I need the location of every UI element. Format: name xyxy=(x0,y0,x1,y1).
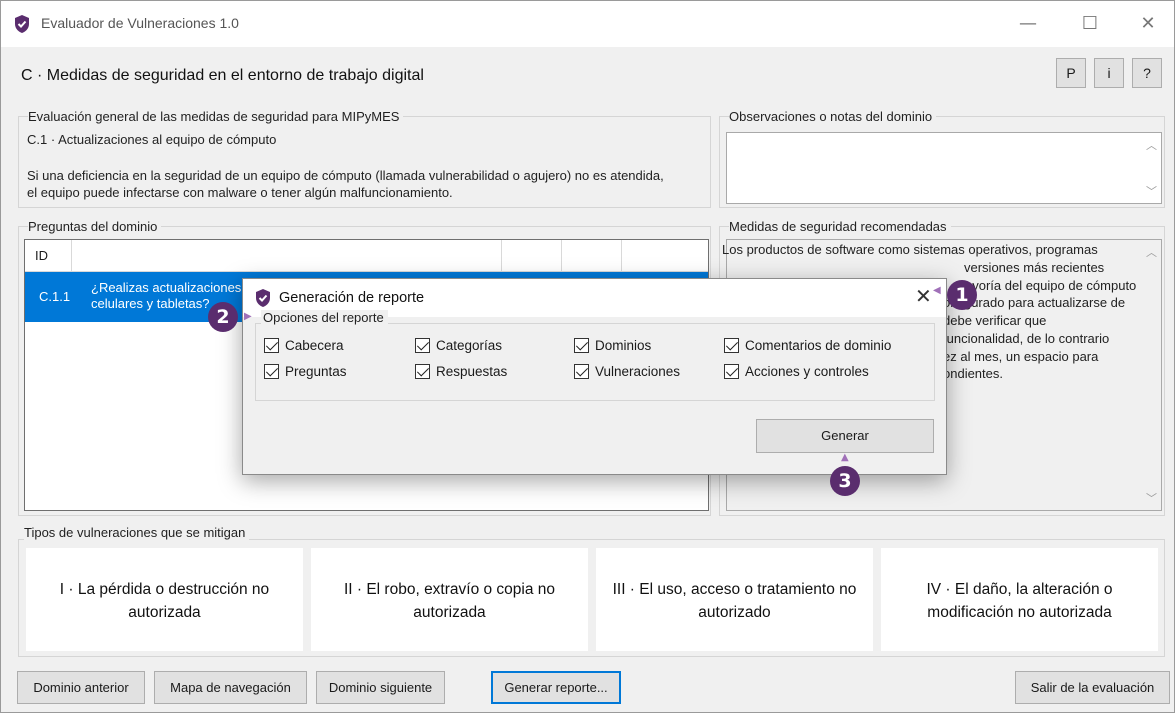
checkbox-label: Dominios xyxy=(595,338,652,353)
evaluation-desc-2: el equipo puede infectarse con malware o… xyxy=(27,185,453,200)
checkbox-label: Acciones y controles xyxy=(745,364,869,379)
marker-2: 2 xyxy=(208,302,238,332)
questions-label: Preguntas del dominio xyxy=(28,219,162,234)
column-header-id[interactable]: ID xyxy=(25,240,72,272)
checkbox-label: Vulneraciones xyxy=(595,364,681,379)
evaluation-desc-1: Si una deficiencia en la seguridad de un… xyxy=(27,168,664,183)
recommended-line-5: debe verificar que xyxy=(943,313,1047,328)
shield-icon xyxy=(256,289,270,307)
help-button[interactable]: ? xyxy=(1132,58,1162,88)
scroll-up-icon[interactable]: ︿ xyxy=(1146,244,1157,260)
maximize-button[interactable]: ☐ xyxy=(1067,9,1113,39)
vulnerability-line2: autorizada xyxy=(413,604,486,621)
column-header[interactable] xyxy=(622,240,708,272)
title-bar: Evaluador de Vulneraciones 1.0 — ☐ ✕ xyxy=(1,1,1174,47)
vulnerability-card: IV · El daño, la alteración o modificaci… xyxy=(881,548,1158,651)
checkbox-header[interactable]: Cabecera xyxy=(264,338,344,353)
checkbox-box[interactable] xyxy=(264,364,279,379)
checkbox-box[interactable] xyxy=(574,338,589,353)
vulnerability-line2: autorizada xyxy=(128,604,201,621)
checkbox-label: Respuestas xyxy=(436,364,508,379)
checkbox-box[interactable] xyxy=(264,338,279,353)
marker-pointer-icon: ◀ xyxy=(933,285,941,296)
vulnerability-line2: modificación no autorizada xyxy=(927,604,1112,621)
row-question-line1: ¿Realizas actualizaciones xyxy=(91,280,242,295)
evaluation-item: C.1 · Actualizaciones al equipo de cómpu… xyxy=(27,132,277,147)
marker-3: 3 xyxy=(830,466,860,496)
checkbox-categories[interactable]: Categorías xyxy=(415,338,502,353)
scroll-down-icon[interactable]: ﹀ xyxy=(1146,183,1157,199)
p-button[interactable]: P xyxy=(1056,58,1086,88)
recommended-line-7: ez al mes, un espacio para xyxy=(943,349,1099,364)
report-options-group xyxy=(255,323,935,401)
minimize-button[interactable]: — xyxy=(1005,9,1051,39)
marker-1: 1 xyxy=(947,280,977,310)
checkbox-label: Preguntas xyxy=(285,364,347,379)
checkbox-domain-comments[interactable]: Comentarios de dominio xyxy=(724,338,891,353)
info-button[interactable]: i xyxy=(1094,58,1124,88)
domain-title: C · Medidas de seguridad en el entorno d… xyxy=(21,67,424,84)
checkbox-domains[interactable]: Dominios xyxy=(574,338,651,353)
previous-domain-button[interactable]: Dominio anterior xyxy=(17,671,145,704)
scroll-down-icon[interactable]: ﹀ xyxy=(1146,490,1157,506)
main-window: Evaluador de Vulneraciones 1.0 — ☐ ✕ C ·… xyxy=(0,0,1175,713)
generate-report-button[interactable]: Generar reporte... xyxy=(491,671,621,704)
vulnerability-line1: IV · El daño, la alteración o xyxy=(926,581,1113,598)
navigation-map-button[interactable]: Mapa de navegación xyxy=(154,671,307,704)
checkbox-label: Categorías xyxy=(436,338,503,353)
exit-evaluation-button[interactable]: Salir de la evaluación xyxy=(1015,671,1170,704)
checkbox-actions-controls[interactable]: Acciones y controles xyxy=(724,364,869,379)
vulnerability-line1: II · El robo, extravío o copia no xyxy=(343,581,556,598)
checkbox-box[interactable] xyxy=(415,364,430,379)
column-header[interactable] xyxy=(562,240,622,272)
vulnerability-line2: autorizado xyxy=(698,604,771,621)
next-domain-button[interactable]: Dominio siguiente xyxy=(316,671,445,704)
report-dialog: Generación de reporte ✕ Opciones del rep… xyxy=(242,278,947,475)
evaluation-label: Evaluación general de las medidas de seg… xyxy=(28,109,404,124)
marker-pointer-icon: ▶ xyxy=(244,311,252,322)
row-question-line2: celulares y tabletas? xyxy=(91,296,210,311)
recommended-line-2: versiones más recientes xyxy=(964,260,1105,275)
dialog-close-button[interactable]: ✕ xyxy=(915,284,932,308)
vulnerability-card: II · El robo, extravío o copia no autori… xyxy=(311,548,588,651)
checkbox-label: Comentarios de dominio xyxy=(745,338,892,353)
recommended-line-6: funcionalidad, de lo contrario xyxy=(943,331,1110,346)
generate-button[interactable]: Generar xyxy=(756,419,934,453)
window-title: Evaluador de Vulneraciones 1.0 xyxy=(41,15,239,31)
checkbox-vulnerabilities[interactable]: Vulneraciones xyxy=(574,364,680,379)
checkbox-answers[interactable]: Respuestas xyxy=(415,364,507,379)
checkbox-questions[interactable]: Preguntas xyxy=(264,364,347,379)
dialog-title: Generación de reporte xyxy=(279,290,425,306)
column-header[interactable] xyxy=(502,240,562,272)
checkbox-box[interactable] xyxy=(574,364,589,379)
checkbox-box[interactable] xyxy=(724,364,739,379)
marker-pointer-icon: ▲ xyxy=(841,452,849,463)
shield-icon xyxy=(15,15,29,33)
checkbox-label: Cabecera xyxy=(285,338,344,353)
checkbox-box[interactable] xyxy=(415,338,430,353)
vulnerability-card: I · La pérdida o destrucción no autoriza… xyxy=(26,548,303,651)
recommended-line-3: ayoría del equipo de cómputo xyxy=(965,278,1137,293)
vulnerabilities-label: Tipos de vulneraciones que se mitigan xyxy=(24,525,250,540)
recommended-line-8: ondientes. xyxy=(943,366,1003,381)
scroll-up-icon[interactable]: ︿ xyxy=(1146,137,1157,153)
checkbox-box[interactable] xyxy=(724,338,739,353)
notes-textarea[interactable]: ︿ ﹀ xyxy=(726,132,1162,204)
row-id: C.1.1 xyxy=(39,289,71,304)
recommended-label: Medidas de seguridad recomendadas xyxy=(729,219,951,234)
vulnerability-line1: I · La pérdida o destrucción no xyxy=(59,581,270,598)
report-options-label: Opciones del reporte xyxy=(261,310,388,325)
notes-label: Observaciones o notas del dominio xyxy=(729,109,937,124)
vulnerability-card: III · El uso, acceso o tratamiento no au… xyxy=(596,548,873,651)
column-header-question[interactable] xyxy=(72,240,502,272)
domain-header: C · Medidas de seguridad en el entorno d… xyxy=(1,47,1174,101)
vulnerability-line1: III · El uso, acceso o tratamiento no xyxy=(612,581,857,598)
recommended-line-1: Los productos de software como sistemas … xyxy=(722,242,1098,257)
close-button[interactable]: ✕ xyxy=(1125,9,1171,39)
